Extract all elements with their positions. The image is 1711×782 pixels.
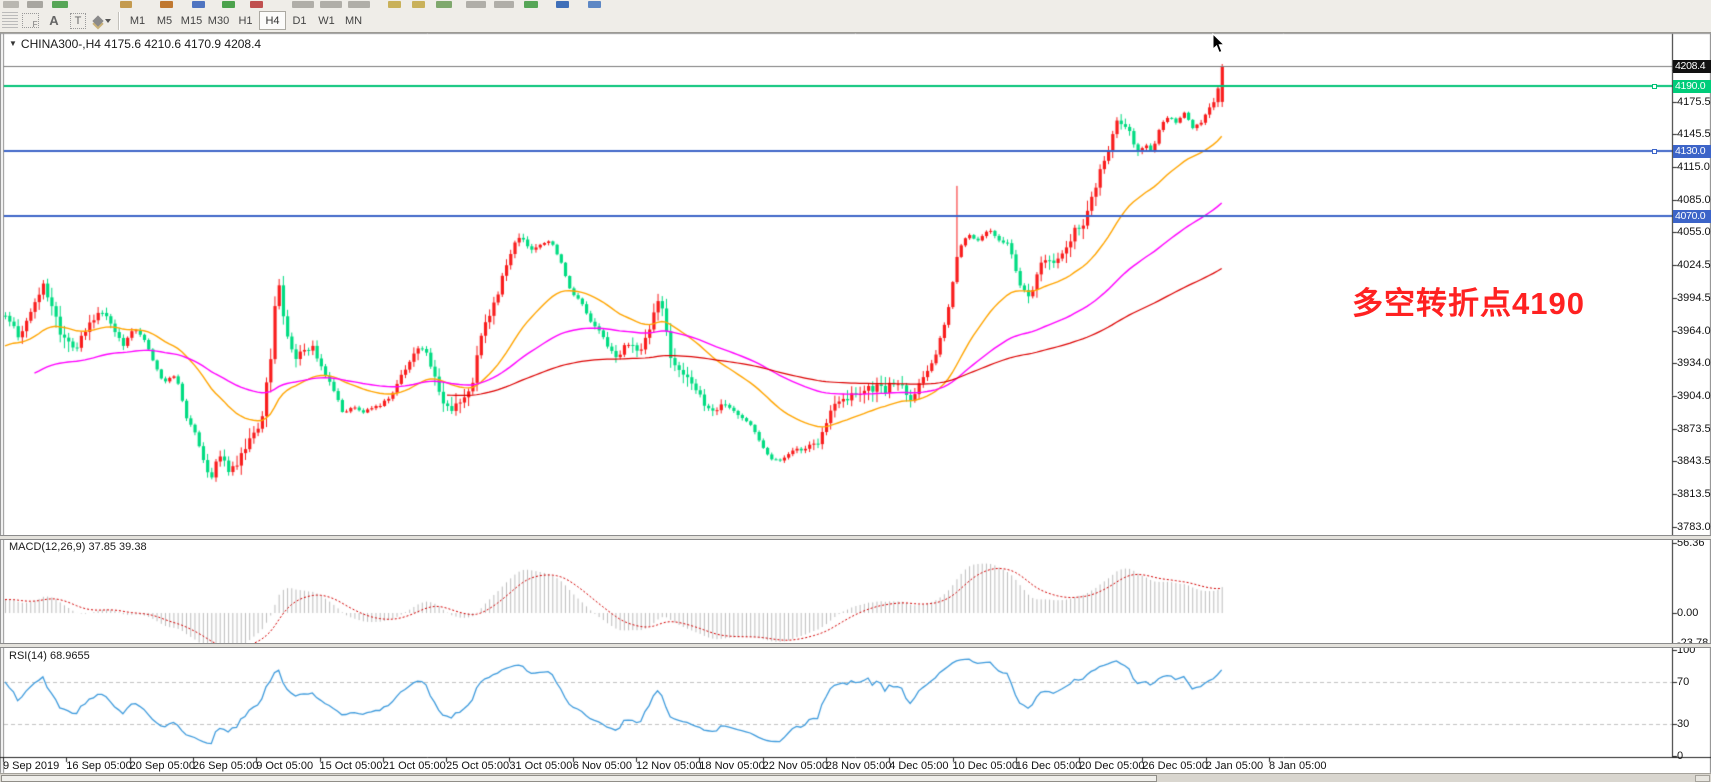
text-tool-button[interactable]: A xyxy=(43,11,65,30)
rsi-axis-label: 70 xyxy=(1677,676,1689,688)
time-axis-label: 10 Dec 05:00 xyxy=(953,760,1018,772)
price-axis-label: 3934.0 xyxy=(1677,357,1711,369)
chart-title-bar: ▼ CHINA300-,H4 4175.6 4210.6 4170.9 4208.… xyxy=(9,37,261,51)
text-label-tool-button[interactable]: T xyxy=(67,11,89,30)
timeframe-button-m1[interactable]: M1 xyxy=(124,11,151,30)
chart-text-annotation: 多空转折点4190 xyxy=(1352,278,1585,323)
price-level-tag-4070.0[interactable]: 4070.0 xyxy=(1673,210,1711,223)
price-level-tag-4190.0[interactable]: 4190.0 xyxy=(1673,80,1711,93)
time-axis-label: 16 Sep 05:00 xyxy=(66,760,131,772)
grid-f-tool-button[interactable] xyxy=(19,11,41,30)
time-axis-label: 26 Dec 05:00 xyxy=(1142,760,1207,772)
timeframe-button-h4[interactable]: H4 xyxy=(259,11,286,30)
timeframe-button-d1[interactable]: D1 xyxy=(286,11,313,30)
macd-pane-label: MACD(12,26,9) 37.85 39.38 xyxy=(9,541,147,553)
timeframe-button-m5[interactable]: M5 xyxy=(151,11,178,30)
time-axis-label: 20 Dec 05:00 xyxy=(1079,760,1144,772)
timeframe-button-w1[interactable]: W1 xyxy=(313,11,340,30)
time-axis-label: 20 Sep 05:00 xyxy=(130,760,195,772)
chevron-down-icon xyxy=(105,19,111,23)
time-axis-label: 6 Nov 05:00 xyxy=(573,760,632,772)
price-axis-label: 3994.5 xyxy=(1677,292,1711,304)
macd-axis-label: 0.00 xyxy=(1677,607,1698,619)
price-level-tag-4208.4: 4208.4 xyxy=(1673,60,1711,73)
arrow-objects-button[interactable] xyxy=(91,11,113,30)
price-axis-label: 3904.0 xyxy=(1677,390,1711,402)
letter-t-icon: T xyxy=(70,13,86,29)
toolbar-drag-handle[interactable] xyxy=(2,12,18,30)
hline-handle[interactable] xyxy=(1652,149,1657,154)
time-axis-label: 15 Oct 05:00 xyxy=(320,760,383,772)
price-axis-label: 4024.5 xyxy=(1677,259,1711,271)
time-axis-label: 21 Oct 05:00 xyxy=(383,760,446,772)
price-axis-label: 4145.5 xyxy=(1677,128,1711,140)
toolbar-separator xyxy=(118,12,120,30)
price-axis-label: 3843.5 xyxy=(1677,455,1711,467)
chart-dropdown-arrow[interactable]: ▼ xyxy=(9,39,17,48)
timeframe-button-m15[interactable]: M15 xyxy=(178,11,205,30)
hline-handle[interactable] xyxy=(1652,84,1657,89)
price-axis-label: 4175.5 xyxy=(1677,96,1711,108)
letter-a-icon: A xyxy=(49,13,58,28)
time-axis-label: 9 Oct 05:00 xyxy=(256,760,313,772)
price-axis-label: 4085.0 xyxy=(1677,194,1711,206)
time-axis-label: 18 Nov 05:00 xyxy=(699,760,764,772)
price-axis-label: 4115.0 xyxy=(1677,161,1710,173)
arrow-tool-icon xyxy=(92,15,103,26)
chart-title: CHINA300-,H4 4175.6 4210.6 4170.9 4208.4 xyxy=(21,37,261,51)
price-level-tag-4130.0[interactable]: 4130.0 xyxy=(1673,145,1711,158)
timeframe-button-h1[interactable]: H1 xyxy=(232,11,259,30)
timeframe-button-m30[interactable]: M30 xyxy=(205,11,232,30)
time-axis-label: 16 Dec 05:00 xyxy=(1016,760,1081,772)
rsi-axis-label: 0 xyxy=(1677,750,1683,762)
time-axis-label: 25 Oct 05:00 xyxy=(446,760,509,772)
timeframe-button-mn[interactable]: MN xyxy=(340,11,367,30)
rsi-axis-label: 30 xyxy=(1677,718,1689,730)
price-axis-label: 3783.0 xyxy=(1677,521,1711,533)
chart-canvas[interactable] xyxy=(0,0,1711,782)
time-axis-label: 28 Nov 05:00 xyxy=(826,760,891,772)
mt4-window: { "toolbar": { "clipped_icons": [ {"x":3… xyxy=(0,0,1711,782)
timeframe-group: M1M5M15M30H1H4D1W1MN xyxy=(124,11,367,30)
grid-f-icon xyxy=(22,13,39,28)
mouse-cursor-icon xyxy=(1212,33,1228,55)
scrollbar-grip[interactable] xyxy=(1695,775,1710,782)
time-axis-label: 26 Sep 05:00 xyxy=(193,760,258,772)
price-axis-label: 3873.5 xyxy=(1677,423,1711,435)
rsi-pane-label: RSI(14) 68.9655 xyxy=(9,650,90,662)
pane-divider-macd[interactable] xyxy=(0,535,1711,540)
time-axis-label: 2 Jan 05:00 xyxy=(1206,760,1264,772)
price-axis-label: 4055.0 xyxy=(1677,226,1711,238)
pane-divider-rsi[interactable] xyxy=(0,643,1711,648)
time-axis-label: 22 Nov 05:00 xyxy=(763,760,828,772)
price-axis-label: 3964.0 xyxy=(1677,325,1711,337)
time-axis-label: 8 Jan 05:00 xyxy=(1269,760,1327,772)
scrollbar-thumb[interactable] xyxy=(1,775,1157,782)
time-axis-label: 12 Nov 05:00 xyxy=(636,760,701,772)
horizontal-scrollbar[interactable] xyxy=(0,773,1711,782)
main-toolbar: A T M1M5M15M30H1H4D1W1MN xyxy=(0,9,1711,33)
price-axis-label: 3813.5 xyxy=(1677,488,1711,500)
time-axis-label: 31 Oct 05:00 xyxy=(509,760,572,772)
time-axis-label: 4 Dec 05:00 xyxy=(889,760,948,772)
time-axis-label: 9 Sep 2019 xyxy=(3,760,59,772)
